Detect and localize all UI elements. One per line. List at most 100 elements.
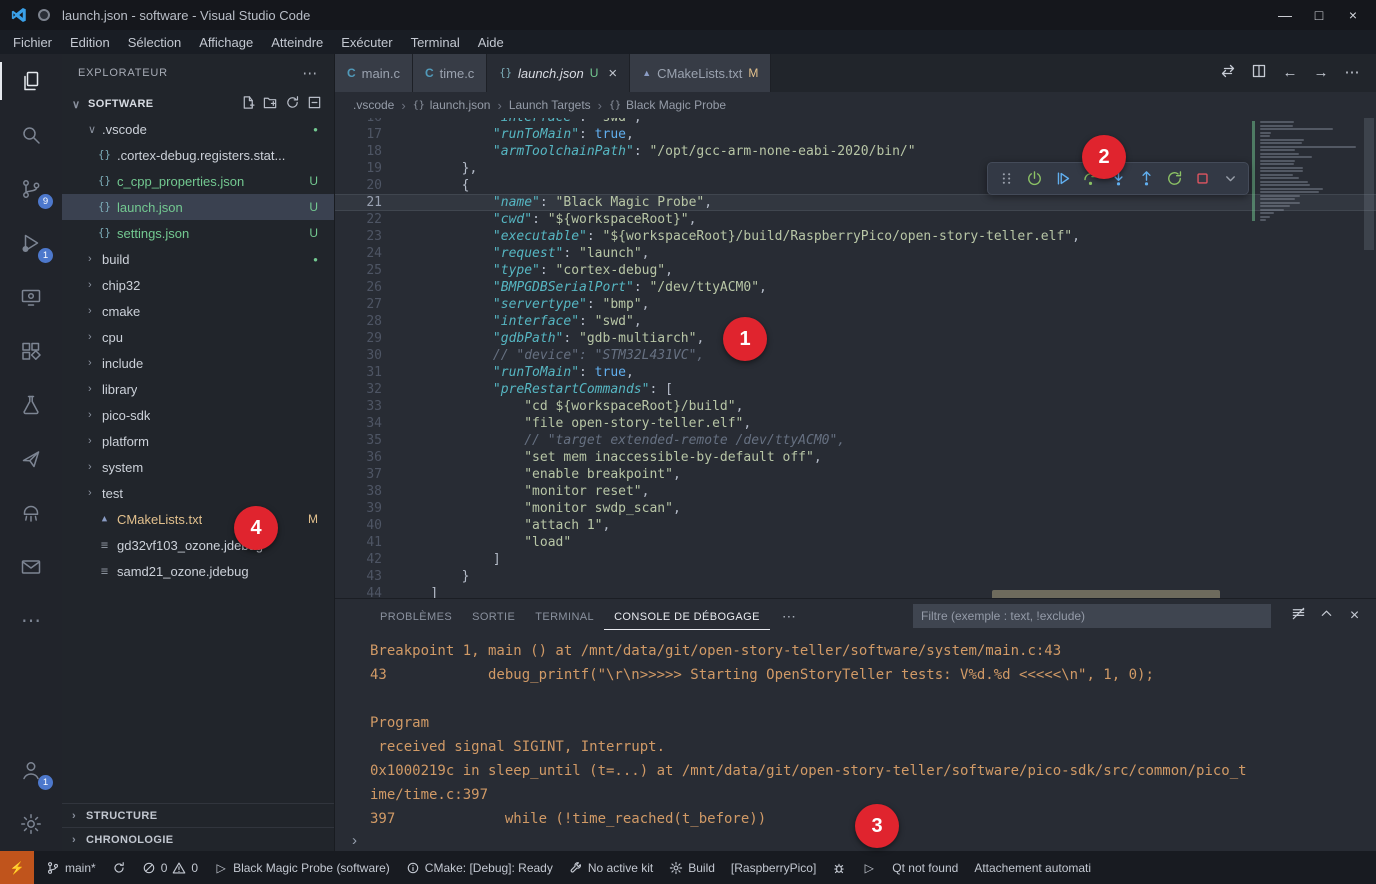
restart-button[interactable] <box>1162 167 1186 191</box>
code-line-30[interactable]: 30 // "device": "STM32L431VC", <box>335 347 1376 364</box>
open-changes-button[interactable] <box>1220 63 1236 84</box>
code-line-25[interactable]: 25 "type": "cortex-debug", <box>335 262 1376 279</box>
close-button[interactable]: × <box>1338 2 1368 28</box>
line-number[interactable]: 38 <box>335 483 399 500</box>
line-number[interactable]: 33 <box>335 398 399 415</box>
status-main[interactable]: main* <box>38 851 104 884</box>
code-line-38[interactable]: 38 "monitor reset", <box>335 483 1376 500</box>
panel-tab-sortie[interactable]: SORTIE <box>462 602 525 630</box>
menu-ex-cuter[interactable]: Exécuter <box>332 35 401 50</box>
tab-launch-json[interactable]: {}launch.jsonU× <box>487 54 630 92</box>
sidebar-item-cmakelists-txt[interactable]: ▲CMakeLists.txtM <box>62 506 334 532</box>
step-out-button[interactable] <box>1134 167 1158 191</box>
activity-explorer[interactable] <box>0 54 62 108</box>
line-number[interactable]: 26 <box>335 279 399 296</box>
code-line-35[interactable]: 35 // "target extended-remote /dev/ttyAC… <box>335 432 1376 449</box>
status-black-magic-probe-software[interactable]: ▷Black Magic Probe (software) <box>206 851 398 884</box>
code-line-18[interactable]: 18 "armToolchainPath": "/opt/gcc-arm-non… <box>335 143 1376 160</box>
menu-terminal[interactable]: Terminal <box>402 35 469 50</box>
activity-extensions[interactable] <box>0 324 62 378</box>
code-editor[interactable]: 16 "interface": "swd",17 "runToMain": tr… <box>335 118 1376 598</box>
line-number[interactable]: 22 <box>335 211 399 228</box>
stop-button[interactable] <box>1190 167 1214 191</box>
maximize-button[interactable]: □ <box>1304 2 1334 28</box>
clear-console-button[interactable] <box>1291 606 1306 626</box>
code-line-27[interactable]: 27 "servertype": "bmp", <box>335 296 1376 313</box>
status-attachement-automati[interactable]: Attachement automati <box>966 851 1099 884</box>
code-line-23[interactable]: 23 "executable": "${workspaceRoot}/build… <box>335 228 1376 245</box>
line-number[interactable]: 23 <box>335 228 399 245</box>
code-line-37[interactable]: 37 "enable breakpoint", <box>335 466 1376 483</box>
code-line-33[interactable]: 33 "cd ${workspaceRoot}/build", <box>335 398 1376 415</box>
code-line-21[interactable]: 21 "name": "Black Magic Probe", <box>335 194 1376 211</box>
sidebar-item-cortex-debug-registers-stat[interactable]: {}.cortex-debug.registers.stat... <box>62 142 334 168</box>
status-raspberrypico[interactable]: [RaspberryPico] <box>723 851 824 884</box>
line-number[interactable]: 24 <box>335 245 399 262</box>
code-line-40[interactable]: 40 "attach 1", <box>335 517 1376 534</box>
minimize-button[interactable]: — <box>1270 2 1300 28</box>
menu-affichage[interactable]: Affichage <box>190 35 262 50</box>
status-0[interactable]: 00 <box>134 851 206 884</box>
sidebar-item-pico-sdk[interactable]: ›pico-sdk <box>62 402 334 428</box>
sidebar-item-launch-json[interactable]: {}launch.jsonU <box>62 194 334 220</box>
line-number[interactable]: 36 <box>335 449 399 466</box>
activity-settings[interactable] <box>0 797 62 851</box>
line-number[interactable]: 44 <box>335 585 399 598</box>
panel-tab-terminal[interactable]: TERMINAL <box>525 602 604 630</box>
sidebar-item-cpu[interactable]: ›cpu <box>62 324 334 350</box>
chevron-down-button[interactable] <box>1218 167 1242 191</box>
code-line-29[interactable]: 29 "gdbPath": "gdb-multiarch", <box>335 330 1376 347</box>
menu-s-lection[interactable]: Sélection <box>119 35 190 50</box>
collapse-all-button[interactable] <box>307 95 322 113</box>
line-number[interactable]: 27 <box>335 296 399 313</box>
line-number[interactable]: 30 <box>335 347 399 364</box>
status-play[interactable]: ▷ <box>854 851 884 884</box>
breadcrumb-item-vscode[interactable]: .vscode <box>353 98 394 112</box>
sidebar-item-cmake[interactable]: ›cmake <box>62 298 334 324</box>
activity-source-control[interactable]: 9 <box>0 162 62 216</box>
activity-testing[interactable] <box>0 378 62 432</box>
panel-more-icon[interactable]: ⋯ <box>782 608 796 625</box>
menu-edition[interactable]: Edition <box>61 35 119 50</box>
add-configuration-button[interactable]: Ajouter une configuration... <box>992 590 1220 598</box>
code-line-24[interactable]: 24 "request": "launch", <box>335 245 1376 262</box>
sidebar-item-c-cpp-properties-json[interactable]: {}c_cpp_properties.jsonU <box>62 168 334 194</box>
status-remote[interactable]: ⚡ <box>0 851 34 884</box>
tab-main-c[interactable]: Cmain.c <box>335 54 413 92</box>
menu-aide[interactable]: Aide <box>469 35 513 50</box>
code-line-34[interactable]: 34 "file open-story-teller.elf", <box>335 415 1376 432</box>
activity-search[interactable] <box>0 108 62 162</box>
menu-fichier[interactable]: Fichier <box>4 35 61 50</box>
tab-time-c[interactable]: Ctime.c <box>413 54 487 92</box>
code-line-32[interactable]: 32 "preRestartCommands": [ <box>335 381 1376 398</box>
sidebar-item-samd21-ozone-jdebug[interactable]: ≡samd21_ozone.jdebug <box>62 558 334 584</box>
views-more-icon[interactable]: ⋯ <box>302 64 318 82</box>
panel-tab-probl-mes[interactable]: PROBLÈMES <box>370 602 462 630</box>
code-line-39[interactable]: 39 "monitor swdp_scan", <box>335 500 1376 517</box>
code-line-22[interactable]: 22 "cwd": "${workspaceRoot}", <box>335 211 1376 228</box>
line-number[interactable]: 29 <box>335 330 399 347</box>
menu-atteindre[interactable]: Atteindre <box>262 35 332 50</box>
breadcrumb-item-launch-targets[interactable]: Launch Targets <box>509 98 591 112</box>
continue-button[interactable] <box>1050 167 1074 191</box>
panel-tab-console-de-d-bogage[interactable]: CONSOLE DE DÉBOGAGE <box>604 602 770 630</box>
sidebar-item-chip32[interactable]: ›chip32 <box>62 272 334 298</box>
close-tab-icon[interactable]: × <box>608 65 617 82</box>
sidebar-item-system[interactable]: ›system <box>62 454 334 480</box>
section-chronologie[interactable]: ›CHRONOLOGIE <box>62 827 334 851</box>
line-number[interactable]: 41 <box>335 534 399 551</box>
line-number[interactable]: 18 <box>335 143 399 160</box>
sidebar-item-library[interactable]: ›library <box>62 376 334 402</box>
sidebar-item-test[interactable]: ›test <box>62 480 334 506</box>
activity-run-and-debug[interactable]: 1 <box>0 216 62 270</box>
new-folder-button[interactable] <box>263 95 278 113</box>
status-build[interactable]: Build <box>661 851 723 884</box>
line-number[interactable]: 16 <box>335 118 399 126</box>
line-number[interactable]: 32 <box>335 381 399 398</box>
debug-filter-input[interactable] <box>913 604 1271 628</box>
editor-scrollbar[interactable] <box>1364 118 1374 250</box>
more-actions-button[interactable]: ⋯ <box>1344 64 1360 82</box>
forward-button[interactable]: → <box>1313 64 1329 82</box>
line-number[interactable]: 40 <box>335 517 399 534</box>
line-number[interactable]: 43 <box>335 568 399 585</box>
